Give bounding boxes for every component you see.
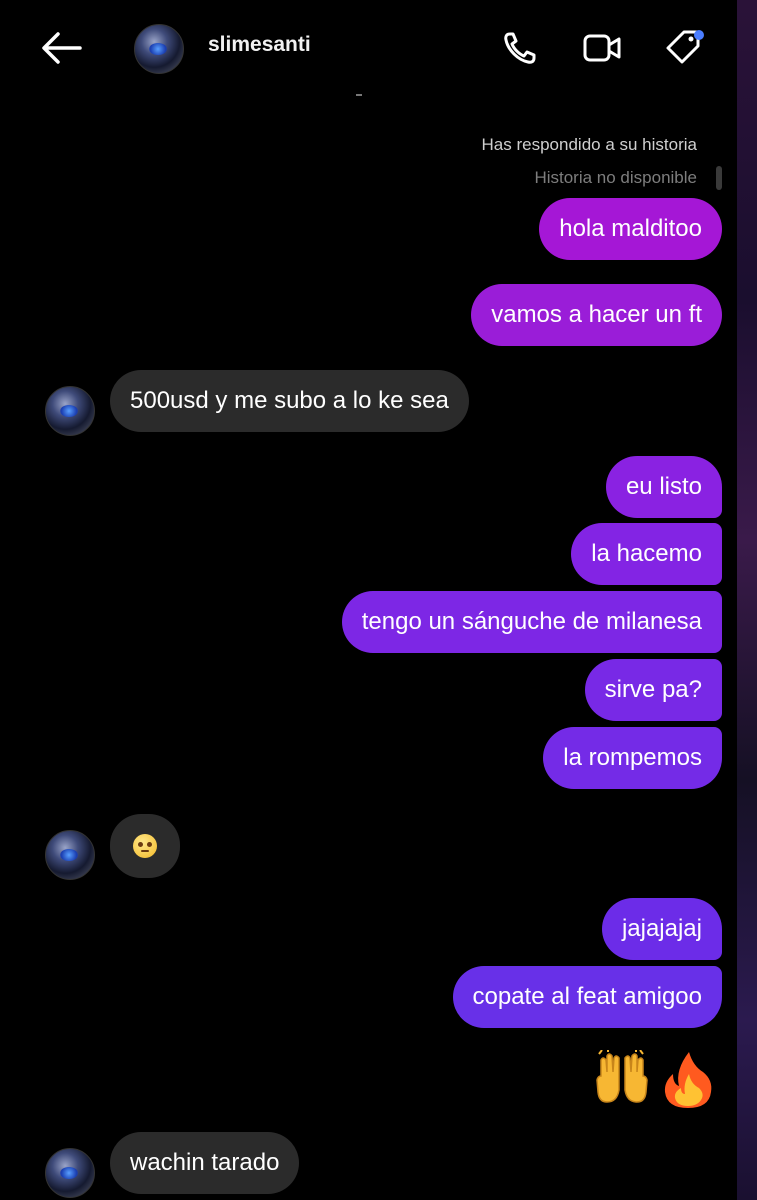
message-bubble-incoming-emoji[interactable] <box>110 814 180 878</box>
sender-avatar[interactable] <box>45 386 95 436</box>
video-camera-icon[interactable] <box>580 26 624 70</box>
message-bubble-outgoing[interactable]: vamos a hacer un ft <box>471 284 722 346</box>
message-bubble-outgoing[interactable]: la hacemo <box>571 523 722 585</box>
message-bubble-outgoing[interactable]: sirve pa? <box>584 659 722 721</box>
message-bubble-outgoing[interactable]: copate al feat amigoo <box>452 966 722 1028</box>
story-reply-label: Has respondido a su historia <box>481 135 697 154</box>
phone-icon[interactable] <box>498 26 542 70</box>
flushed-face-icon <box>133 834 157 858</box>
profile-avatar[interactable] <box>134 24 184 74</box>
notification-dot <box>694 30 704 40</box>
raising-hands-icon <box>593 1048 651 1110</box>
message-bubble-outgoing[interactable]: la rompemos <box>543 727 722 789</box>
message-bubble-outgoing[interactable]: tengo un sánguche de milanesa <box>341 591 722 653</box>
message-bubble-incoming[interactable]: wachin tarado <box>110 1132 300 1194</box>
username[interactable]: slimesanti <box>208 33 311 57</box>
story-unavailable-label: Historia no disponible <box>534 168 697 187</box>
divider-mark <box>356 94 362 96</box>
tag-icon[interactable] <box>662 26 706 70</box>
sender-avatar[interactable] <box>45 1148 95 1198</box>
scrollbar[interactable] <box>716 166 722 190</box>
screen-edge <box>737 0 757 1200</box>
emoji-message[interactable] <box>593 1048 717 1110</box>
message-bubble-incoming[interactable]: 500usd y me subo a lo ke sea <box>110 370 469 432</box>
sender-avatar[interactable] <box>45 830 95 880</box>
fire-icon <box>659 1050 717 1110</box>
back-arrow-icon[interactable] <box>40 28 84 68</box>
message-bubble-outgoing[interactable]: jajajajaj <box>601 898 722 960</box>
chat-screen: slimesanti Has respondido a su historia … <box>0 0 737 1200</box>
message-bubble-outgoing[interactable]: eu listo <box>605 456 722 518</box>
message-bubble-outgoing[interactable]: hola malditoo <box>539 198 722 260</box>
